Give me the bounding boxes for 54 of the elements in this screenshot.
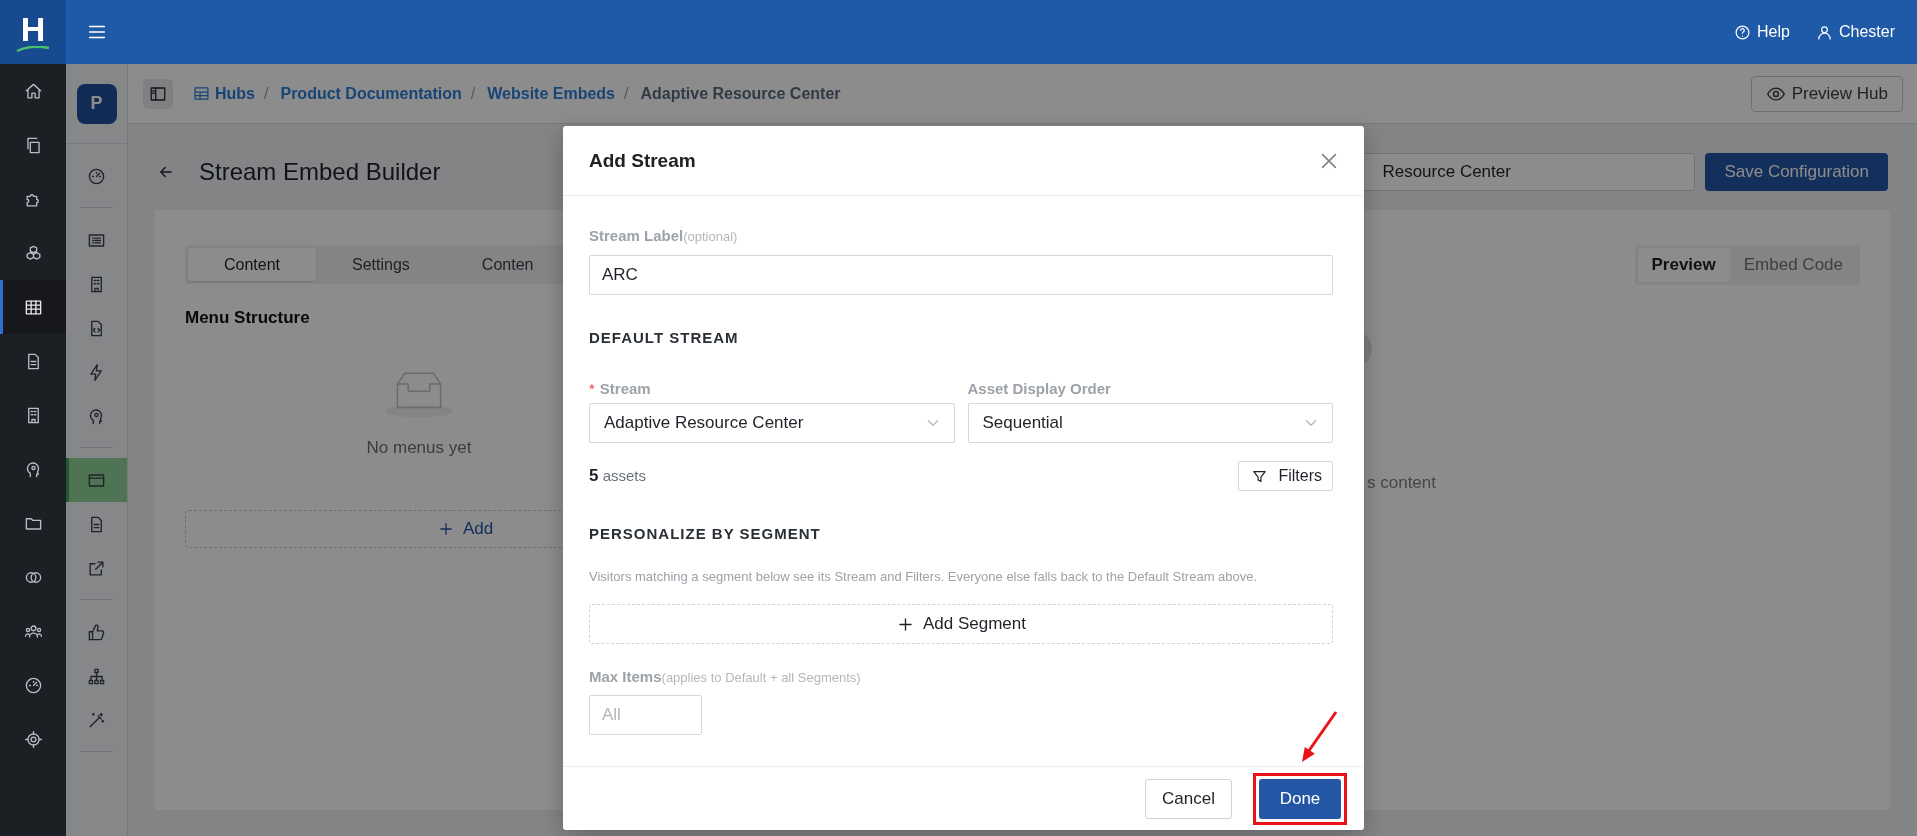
breadcrumb-separator: / <box>624 84 629 103</box>
gauge-icon <box>87 166 106 186</box>
field-label: Stream Label(optional) <box>589 226 739 246</box>
hub-avatar[interactable]: P <box>76 83 117 124</box>
filters-button[interactable]: Filters <box>1238 461 1333 491</box>
table-icon <box>193 85 210 102</box>
gauge-icon <box>23 675 43 695</box>
empty-state-text: No menus yet <box>366 438 472 458</box>
display-order-select[interactable]: Sequential <box>967 403 1333 443</box>
cubes-icon <box>23 243 43 263</box>
magic-wand-icon <box>87 710 106 730</box>
user-icon <box>1815 23 1833 41</box>
breadcrumb-link[interactable]: Product Documentation <box>280 84 462 103</box>
add-segment-button[interactable]: Add Segment <box>589 604 1333 644</box>
grid-icon <box>23 297 43 317</box>
section-description: Visitors matching a segment below see its Stream and Filters. Everyone else falls back to the Default Stream above. <box>589 569 1259 585</box>
sidebar-toggle-button[interactable] <box>143 78 173 109</box>
sidebar-icon <box>149 84 167 103</box>
breadcrumb-link[interactable]: Hubs <box>193 84 255 103</box>
tab[interactable]: Settings <box>316 248 446 281</box>
field-label: Max Items(applies to Default + all Segments) <box>589 668 862 687</box>
field-label: * Stream <box>589 379 652 399</box>
breadcrumb-link[interactable]: Website Embeds <box>487 84 615 103</box>
section-title: Menu Structure <box>185 308 311 328</box>
breadcrumb-separator: / <box>264 84 269 103</box>
section-heading: DEFAULT STREAM <box>589 329 740 347</box>
save-configuration-button[interactable]: Save Configuration <box>1705 153 1888 191</box>
nav-item[interactable] <box>0 280 66 334</box>
field-label: Asset Display Order <box>967 379 1112 399</box>
breadcrumb-link[interactable]: Adaptive Resource Center <box>640 84 841 103</box>
user-menu[interactable]: Chester <box>1811 19 1899 45</box>
stream-label-field[interactable]: ARC <box>589 255 1333 295</box>
asset-count: 5 assets <box>589 466 646 486</box>
stream-select[interactable]: Adaptive Resource Center <box>589 403 955 443</box>
home-icon <box>23 81 43 101</box>
tab[interactable]: Conten <box>445 248 570 281</box>
app-logo[interactable]: H <box>0 0 66 64</box>
page-title: Stream Embed Builder <box>199 158 441 186</box>
preview-hub-button[interactable]: Preview Hub <box>1750 75 1903 112</box>
thumbs-up-icon <box>87 622 106 642</box>
tab[interactable]: Content <box>188 248 317 281</box>
dialog-title: Add Stream <box>589 149 696 172</box>
share-icon <box>87 558 106 578</box>
help-link[interactable]: Help <box>1730 19 1794 45</box>
sitemap-icon <box>87 666 106 686</box>
done-button[interactable]: Done <box>1259 778 1341 819</box>
help-icon <box>1734 23 1752 41</box>
cancel-button[interactable]: Cancel <box>1145 778 1232 819</box>
max-items-field[interactable]: All <box>589 695 702 735</box>
preview-empty-text: s content <box>1367 473 1437 493</box>
tab[interactable]: Preview <box>1637 248 1730 282</box>
breadcrumb-separator: / <box>470 84 476 103</box>
tab[interactable]: Embed Code <box>1729 248 1857 282</box>
annotation-arrow <box>1302 711 1338 762</box>
